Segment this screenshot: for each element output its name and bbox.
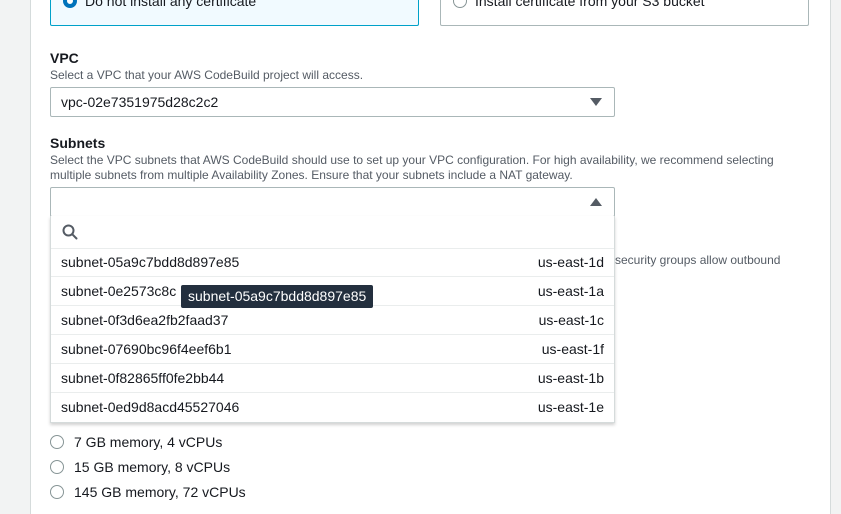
subnet-id: subnet-0f82865ff0fe2bb44 <box>61 370 225 386</box>
caret-up-icon <box>590 198 602 206</box>
subnet-tooltip: subnet-05a9c7bdd8d897e85 <box>181 285 374 308</box>
subnets-description-line1: Select the VPC subnets that AWS CodeBuil… <box>50 153 774 167</box>
subnet-option[interactable]: subnet-07690bc96f4eef6b1 us-east-1f <box>51 335 614 364</box>
search-icon <box>62 224 78 245</box>
subnets-select[interactable] <box>50 187 615 217</box>
subnet-option[interactable]: subnet-05a9c7bdd8d897e85 us-east-1d <box>51 248 614 277</box>
subnet-option[interactable]: subnet-0ed9d8acd45527046 us-east-1e <box>51 393 614 422</box>
security-groups-note: security groups allow outbound <box>615 253 781 267</box>
certificate-option-label: Do not install any certificate <box>85 0 257 9</box>
caret-down-icon <box>590 98 602 106</box>
subnet-option[interactable]: subnet-0f3d6ea2fb2faad37 us-east-1c <box>51 306 614 335</box>
subnet-id: subnet-0e2573c8c <box>61 283 177 299</box>
compute-option-label: 15 GB memory, 8 vCPUs <box>74 459 231 475</box>
subnet-id: subnet-0ed9d8acd45527046 <box>61 399 240 415</box>
radio-unselected-icon[interactable] <box>50 460 64 474</box>
radio-unselected-icon[interactable] <box>50 435 64 449</box>
subnet-option[interactable]: subnet-0f82865ff0fe2bb44 us-east-1b <box>51 364 614 393</box>
subnet-id: subnet-05a9c7bdd8d897e85 <box>61 254 240 270</box>
subnet-id: subnet-07690bc96f4eef6b1 <box>61 341 232 357</box>
vpc-select[interactable]: vpc-02e7351975d28c2c2 <box>50 87 615 117</box>
subnet-zone: us-east-1b <box>537 370 604 386</box>
radio-unselected-icon[interactable] <box>50 485 64 499</box>
subnet-search-input[interactable] <box>51 216 614 249</box>
subnets-description-line2: multiple subnets from multiple Availabil… <box>50 168 573 182</box>
vpc-selected-value: vpc-02e7351975d28c2c2 <box>61 94 219 110</box>
radio-unselected-icon[interactable] <box>453 0 467 8</box>
vpc-description: Select a VPC that your AWS CodeBuild pro… <box>50 68 364 82</box>
vpc-label: VPC <box>50 50 79 66</box>
compute-option-label: 145 GB memory, 72 vCPUs <box>74 484 246 500</box>
subnet-zone: us-east-1c <box>538 312 604 328</box>
subnet-id: subnet-0f3d6ea2fb2faad37 <box>61 312 229 328</box>
certificate-option-s3[interactable]: Install certificate from your S3 bucket <box>440 0 809 26</box>
subnets-label: Subnets <box>50 135 106 151</box>
subnet-zone: us-east-1a <box>537 283 604 299</box>
radio-selected-icon[interactable] <box>63 0 77 8</box>
subnet-zone: us-east-1f <box>541 341 604 357</box>
subnet-zone: us-east-1e <box>537 399 604 415</box>
compute-option-label: 7 GB memory, 4 vCPUs <box>74 434 223 450</box>
certificate-option-none[interactable]: Do not install any certificate <box>50 0 419 26</box>
certificate-option-label: Install certificate from your S3 bucket <box>475 0 705 9</box>
subnets-dropdown: subnet-05a9c7bdd8d897e85 us-east-1d subn… <box>50 216 615 423</box>
subnet-zone: us-east-1d <box>537 254 604 270</box>
